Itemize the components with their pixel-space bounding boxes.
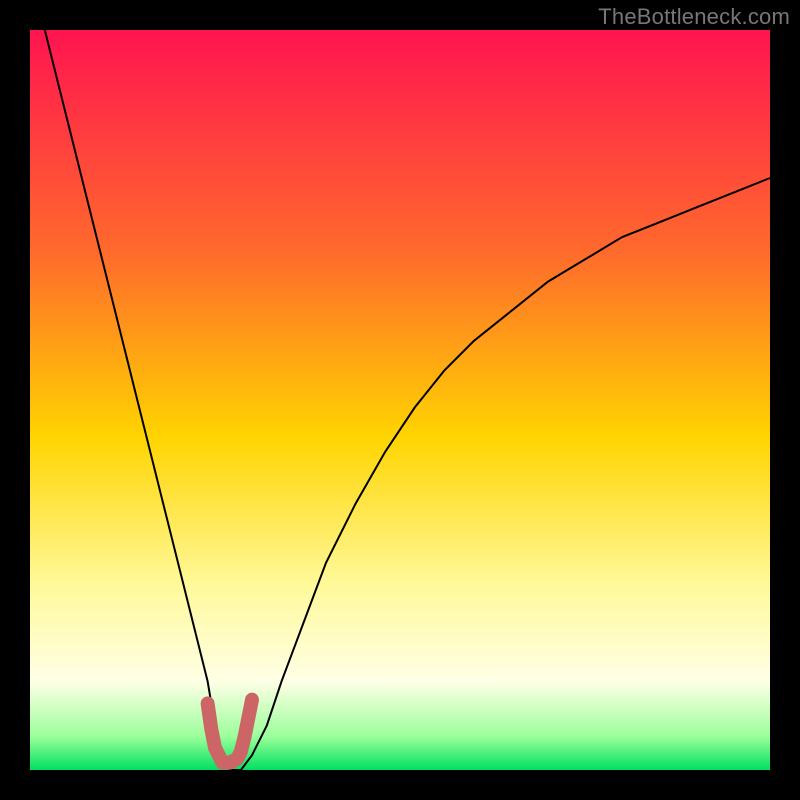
chart-frame: TheBottleneck.com <box>0 0 800 800</box>
plot-background <box>30 30 770 770</box>
bottleneck-chart <box>0 0 800 800</box>
